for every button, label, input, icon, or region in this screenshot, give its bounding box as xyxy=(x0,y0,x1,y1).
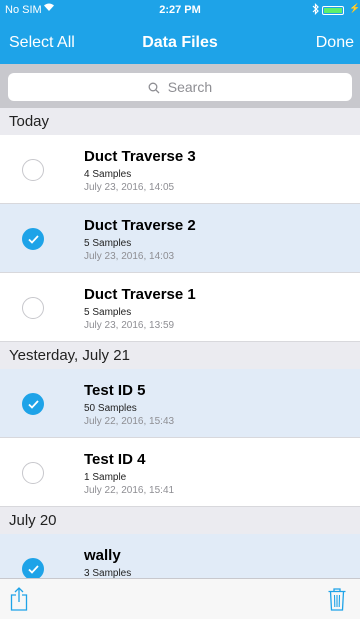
checkmark-icon[interactable] xyxy=(22,558,44,578)
status-time: 2:27 PM xyxy=(159,4,201,16)
item-date: July 22, 2016, 15:41 xyxy=(84,485,175,496)
item-samples: 1 Sample xyxy=(84,472,127,483)
battery-icon xyxy=(322,6,344,15)
status-bar: No SIM 2:27 PM ⚡ xyxy=(0,0,360,20)
section-header-yesterday: Yesterday, July 21 xyxy=(0,342,360,369)
search-input[interactable]: Search xyxy=(8,73,352,101)
item-date: July 22, 2016, 15:43 xyxy=(84,416,175,427)
search-bar: Search xyxy=(0,64,360,108)
bluetooth-icon xyxy=(312,3,319,18)
item-samples: 5 Samples xyxy=(84,238,132,249)
checkmark-icon[interactable] xyxy=(22,228,44,250)
selection-circle[interactable] xyxy=(22,297,44,319)
section-header-today: Today xyxy=(0,108,360,135)
list-item[interactable]: Duct Traverse 3 4 Samples July 23, 2016,… xyxy=(0,135,360,204)
list-item[interactable]: Test ID 5 50 Samples July 22, 2016, 15:4… xyxy=(0,369,360,438)
item-title: Test ID 5 xyxy=(84,382,146,399)
list-item[interactable]: wally 3 Samples xyxy=(0,534,360,578)
item-date: July 23, 2016, 13:59 xyxy=(84,320,175,331)
list-item[interactable]: Test ID 4 1 Sample July 22, 2016, 15:41 xyxy=(0,438,360,507)
item-title: Test ID 4 xyxy=(84,451,146,468)
search-icon xyxy=(148,79,168,95)
search-placeholder: Search xyxy=(167,79,213,95)
item-title: Duct Traverse 1 xyxy=(84,286,196,303)
selection-circle[interactable] xyxy=(22,159,44,181)
list-item[interactable]: Duct Traverse 2 5 Samples July 23, 2016,… xyxy=(0,204,360,273)
page-title: Data Files xyxy=(142,34,218,51)
item-samples: 4 Samples xyxy=(84,169,132,180)
share-icon[interactable] xyxy=(10,587,28,616)
data-file-list[interactable]: Today Duct Traverse 3 4 Samples July 23,… xyxy=(0,108,360,578)
item-samples: 5 Samples xyxy=(84,307,132,318)
list-item[interactable]: Duct Traverse 1 5 Samples July 23, 2016,… xyxy=(0,273,360,342)
bottom-toolbar xyxy=(0,578,360,619)
item-date: July 23, 2016, 14:03 xyxy=(84,251,175,262)
item-title: wally xyxy=(84,547,121,564)
navigation-bar: Select All Data Files Done xyxy=(0,20,360,64)
item-samples: 3 Samples xyxy=(84,568,132,578)
item-title: Duct Traverse 2 xyxy=(84,217,196,234)
checkmark-icon[interactable] xyxy=(22,393,44,415)
item-title: Duct Traverse 3 xyxy=(84,148,196,165)
item-date: July 23, 2016, 14:05 xyxy=(84,182,175,193)
charging-icon: ⚡ xyxy=(349,3,360,13)
section-header-july-20: July 20 xyxy=(0,507,360,534)
trash-icon[interactable] xyxy=(328,588,346,616)
selection-circle[interactable] xyxy=(22,462,44,484)
item-samples: 50 Samples xyxy=(84,403,137,414)
done-button[interactable]: Done xyxy=(316,34,354,52)
